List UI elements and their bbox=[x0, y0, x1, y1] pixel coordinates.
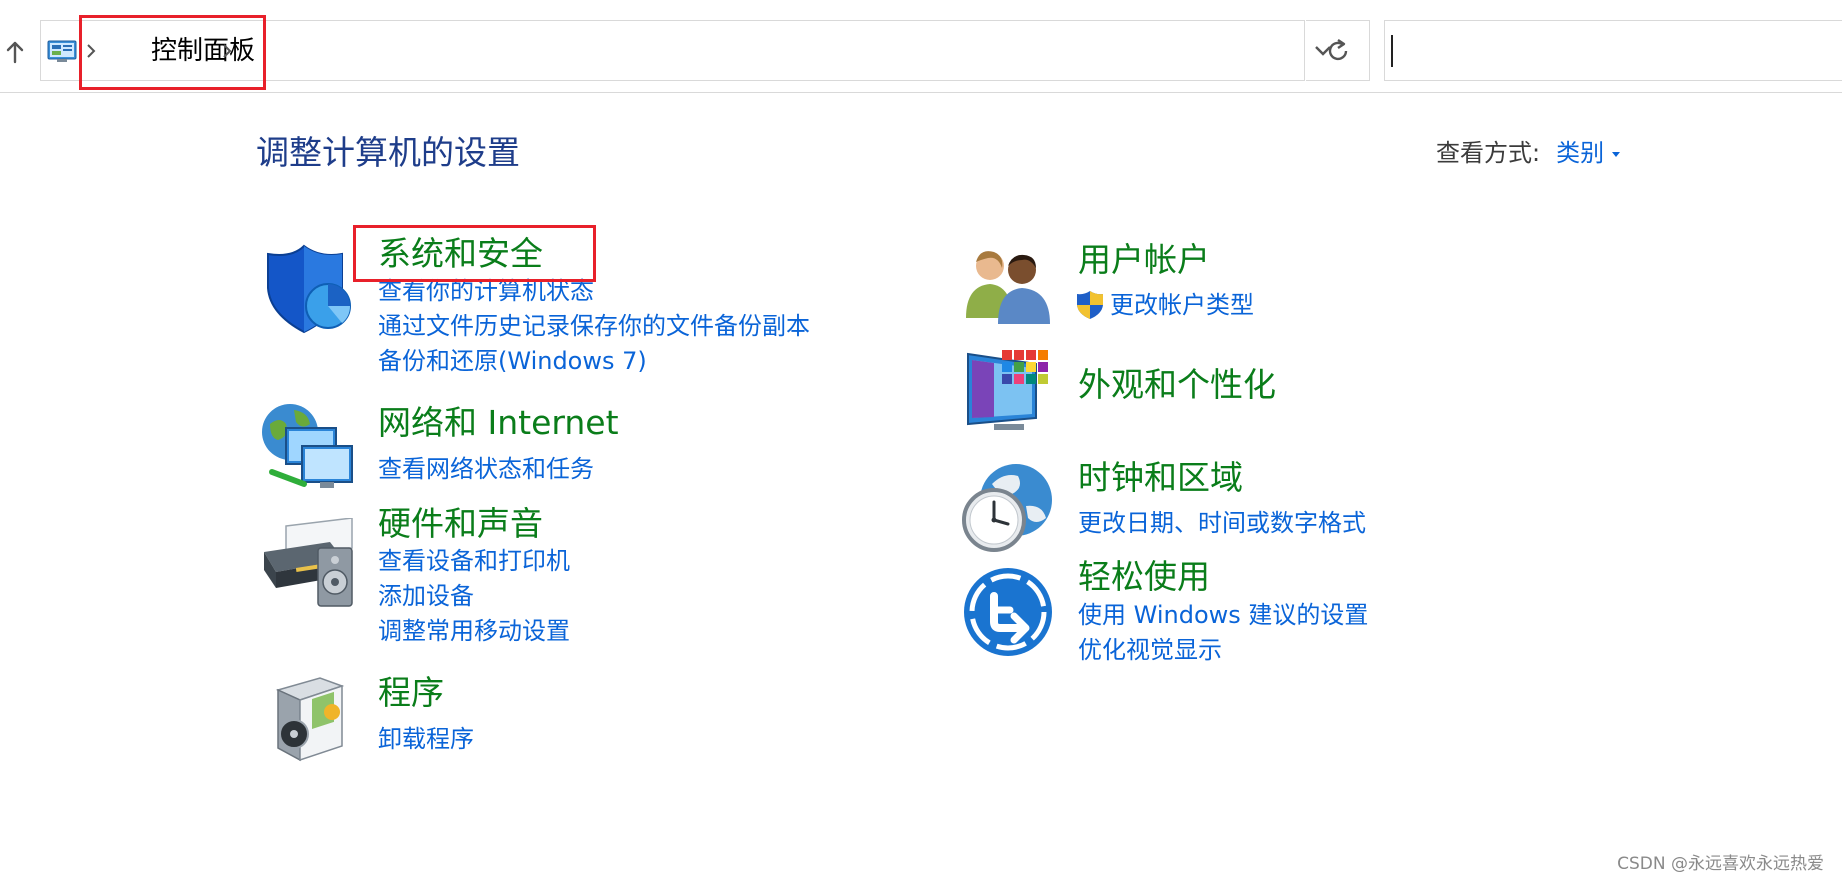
text-caret bbox=[1391, 35, 1393, 67]
category-title-user-accounts[interactable]: 用户帐户 bbox=[1078, 240, 1210, 280]
link-change-date-time-format[interactable]: 更改日期、时间或数字格式 bbox=[1078, 508, 1366, 538]
category-title-network-internet[interactable]: 网络和 Internet bbox=[378, 403, 619, 443]
link-optimize-visual-display[interactable]: 优化视觉显示 bbox=[1078, 635, 1222, 665]
link-uninstall-program[interactable]: 卸载程序 bbox=[378, 724, 474, 754]
control-panel-icon bbox=[47, 40, 77, 62]
user-accounts-icon[interactable] bbox=[964, 246, 1054, 324]
category-title-appearance[interactable]: 外观和个性化 bbox=[1078, 365, 1276, 405]
link-view-network-status[interactable]: 查看网络状态和任务 bbox=[378, 454, 594, 484]
clock-globe-icon[interactable] bbox=[958, 460, 1054, 552]
page-title: 调整计算机的设置 bbox=[256, 133, 520, 172]
watermark: CSDN @永远喜欢永远热爱 bbox=[1617, 854, 1824, 874]
category-title-system-security[interactable]: 系统和安全 bbox=[378, 234, 543, 274]
address-bar[interactable]: 控制面板 bbox=[40, 20, 1331, 81]
search-input[interactable] bbox=[1384, 20, 1842, 81]
view-by-dropdown[interactable]: 类别 bbox=[1556, 139, 1620, 167]
category-title-ease-of-access[interactable]: 轻松使用 bbox=[1078, 557, 1210, 597]
refresh-icon bbox=[1328, 38, 1347, 60]
appearance-monitor-icon[interactable] bbox=[964, 348, 1056, 438]
security-shield-icon[interactable] bbox=[262, 244, 354, 336]
link-add-device[interactable]: 添加设备 bbox=[378, 581, 474, 611]
ease-of-access-icon[interactable] bbox=[962, 566, 1054, 658]
category-title-clock-region[interactable]: 时钟和区域 bbox=[1078, 458, 1243, 498]
programs-box-icon[interactable] bbox=[272, 676, 348, 762]
category-title-programs[interactable]: 程序 bbox=[378, 673, 444, 713]
uac-shield-icon bbox=[1077, 291, 1103, 319]
breadcrumb-control-panel[interactable]: 控制面板 bbox=[151, 35, 255, 67]
arrow-up-icon bbox=[6, 41, 24, 64]
view-by: 查看方式: 类别 bbox=[1436, 138, 1620, 168]
link-recommended-settings[interactable]: 使用 Windows 建议的设置 bbox=[1078, 600, 1368, 630]
address-toolbar: 控制面板 bbox=[0, 0, 1842, 93]
network-globe-icon[interactable] bbox=[260, 400, 356, 496]
link-change-account-type[interactable]: 更改帐户类型 bbox=[1110, 290, 1254, 320]
category-title-hardware-sound[interactable]: 硬件和声音 bbox=[378, 504, 543, 544]
link-mobility-settings[interactable]: 调整常用移动设置 bbox=[378, 616, 570, 646]
link-file-history-backup[interactable]: 通过文件历史记录保存你的文件备份副本 bbox=[378, 311, 810, 341]
printer-speaker-icon[interactable] bbox=[260, 518, 356, 610]
view-by-label: 查看方式: bbox=[1436, 139, 1541, 167]
chevron-right-icon[interactable] bbox=[221, 41, 233, 61]
link-view-devices-printers[interactable]: 查看设备和打印机 bbox=[378, 546, 570, 576]
link-backup-restore-win7[interactable]: 备份和还原(Windows 7) bbox=[378, 346, 647, 376]
refresh-button[interactable] bbox=[1306, 20, 1370, 81]
link-view-computer-status[interactable]: 查看你的计算机状态 bbox=[378, 276, 594, 306]
up-button[interactable] bbox=[2, 36, 28, 68]
chevron-right-icon bbox=[87, 44, 96, 58]
